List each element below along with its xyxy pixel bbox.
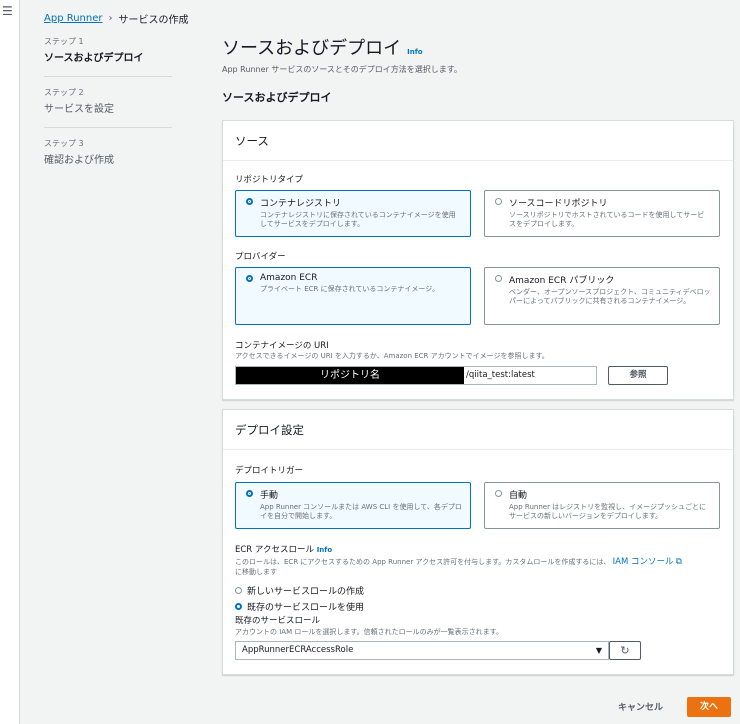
tile-title: 手動 [260, 491, 279, 501]
cancel-button[interactable]: キャンセル [618, 700, 663, 713]
radio-selected-icon [246, 198, 253, 205]
deploy-trigger-label: デプロイトリガー [235, 466, 304, 476]
repo-type-label: リポジトリタイプ [235, 175, 304, 185]
step-2: ステップ 2 サービスを設定 [44, 87, 172, 128]
radio-existing-role[interactable]: 既存のサービスロールを使用 [235, 600, 364, 613]
tile-desc: App Runner コンソールまたは AWS CLI を使用して、各デプロイを… [260, 503, 462, 521]
page-subtitle: App Runner サービスのソースとそのデプロイ方法を選択します。 [222, 65, 462, 74]
existing-role-label: 既存のサービスロール [235, 616, 321, 626]
radio-label: 新しいサービスロールの作成 [247, 587, 365, 597]
tile-title: Amazon ECR [260, 273, 318, 283]
panel-header: デプロイ設定 [223, 410, 733, 450]
uri-help: アクセスできるイメージの URI を入力するか、Amazon ECR アカウント… [235, 352, 549, 360]
tile-desc: ベンダー、オープンソースプロジェクト、コミュニティデベロッパーによってパブリック… [509, 288, 711, 306]
menu-icon[interactable]: ☰ [2, 4, 13, 18]
role-info-link[interactable]: Info [317, 546, 332, 554]
role-help-text: このロールは、ECR にアクセスするための App Runner アクセス許可を… [235, 558, 611, 566]
radio-icon [495, 275, 502, 282]
role-help: このロールは、ECR にアクセスするための App Runner アクセス許可を… [235, 557, 725, 578]
refresh-icon: ↻ [620, 644, 630, 657]
step-name: サービスを設定 [44, 104, 114, 115]
step-number: ステップ 1 [44, 37, 84, 46]
page-header: ソースおよびデプロイ Info App Runner サービスのソースとそのデプ… [222, 34, 732, 105]
step-3: ステップ 3 確認および作成 [44, 138, 172, 178]
browse-button[interactable]: 参照 [608, 366, 668, 385]
step-name: ソースおよびデプロイ [44, 53, 144, 64]
external-link-icon: ⧉ [675, 557, 682, 567]
tile-desc: ソースリポジトリでホストされているコードを使用してサービスをデプロイします。 [509, 211, 705, 229]
breadcrumb-current: サービスの作成 [118, 15, 189, 26]
panel-header: ソース [223, 121, 733, 161]
radio-selected-icon [235, 603, 242, 610]
redacted-repo-name: リポジトリ名 [236, 367, 464, 384]
step-number: ステップ 2 [44, 88, 84, 97]
radio-new-role[interactable]: 新しいサービスロールの作成 [235, 584, 364, 597]
tile-amazon-ecr-public[interactable]: Amazon ECR パブリック ベンダー、オープンソースプロジェクト、コミュニ… [484, 267, 720, 325]
info-link[interactable]: Info [407, 48, 422, 56]
page-title: ソースおよびデプロイ [222, 38, 402, 59]
select-value: AppRunnerECRAccessRole [242, 645, 354, 655]
uri-value: /qiita_test:latest [466, 370, 535, 380]
breadcrumb: App Runner › サービスの作成 [44, 11, 189, 26]
tile-amazon-ecr[interactable]: Amazon ECR プライベート ECR に保存されているコンテナイメージ。 [235, 267, 471, 325]
tile-title: 自動 [509, 491, 528, 501]
provider-label: プロバイダー [235, 252, 286, 262]
step-name: 確認および作成 [44, 155, 114, 166]
chevron-right-icon: › [108, 13, 113, 24]
refresh-button[interactable]: ↻ [609, 641, 641, 660]
step-1: ステップ 1 ソースおよびデプロイ [44, 36, 172, 77]
radio-icon [495, 490, 502, 497]
ecr-access-role-label: ECR アクセスロール Info [235, 543, 332, 555]
source-panel: ソース リポジトリタイプ コンテナレジストリ コンテナレジストリに保存されている… [222, 120, 734, 400]
step-number: ステップ 3 [44, 139, 84, 148]
tile-desc: コンテナレジストリに保存されているコンテナイメージを使用してサービスをデプロイし… [260, 211, 456, 229]
tile-source-code-repo[interactable]: ソースコードリポジトリ ソースリポジトリでホストされているコードを使用してサービ… [484, 190, 720, 237]
tile-container-registry[interactable]: コンテナレジストリ コンテナレジストリに保存されているコンテナイメージを使用して… [235, 190, 471, 237]
wizard-steps: ステップ 1 ソースおよびデプロイ ステップ 2 サービスを設定 ステップ 3 … [44, 36, 172, 188]
tile-manual[interactable]: 手動 App Runner コンソールまたは AWS CLI を使用して、各デプ… [235, 482, 471, 529]
tile-desc: プライベート ECR に保存されているコンテナイメージ。 [260, 285, 440, 293]
next-button[interactable]: 次へ [687, 697, 731, 717]
uri-label: コンテナイメージの URI [235, 341, 329, 351]
radio-icon [495, 198, 502, 205]
caret-down-icon: ▼ [595, 646, 602, 655]
image-uri-input[interactable]: リポジトリ名 /qiita_test:latest [235, 366, 597, 385]
role-help-tail: に移動します [235, 568, 277, 577]
radio-label: 既存のサービスロールを使用 [247, 603, 365, 613]
section-title: ソースおよびデプロイ [222, 91, 332, 104]
radio-selected-icon [246, 490, 253, 497]
tile-automatic[interactable]: 自動 App Runner はレジストリを監視し、イメージプッシュごとにサービス… [484, 482, 720, 529]
tile-title: コンテナレジストリ [260, 199, 342, 209]
existing-role-help: アカウントの IAM ロールを選択します。信頼されたロールのみが一覧表示されます… [235, 628, 503, 636]
iam-console-link[interactable]: IAM コンソール [613, 557, 674, 567]
side-nav-rail: ☰ [0, 0, 20, 724]
tile-title: Amazon ECR パブリック [509, 276, 615, 286]
radio-icon [235, 587, 242, 594]
radio-selected-icon [246, 275, 253, 282]
breadcrumb-app-runner[interactable]: App Runner [44, 13, 103, 24]
deploy-settings-panel: デプロイ設定 デプロイトリガー 手動 App Runner コンソールまたは A… [222, 409, 734, 675]
tile-desc: App Runner はレジストリを監視し、イメージプッシュごとにサービスの新し… [509, 503, 707, 521]
tile-title: ソースコードリポジトリ [509, 199, 608, 209]
service-role-select[interactable]: AppRunnerECRAccessRole ▼ [235, 641, 609, 660]
role-label-text: ECR アクセスロール [235, 545, 314, 555]
